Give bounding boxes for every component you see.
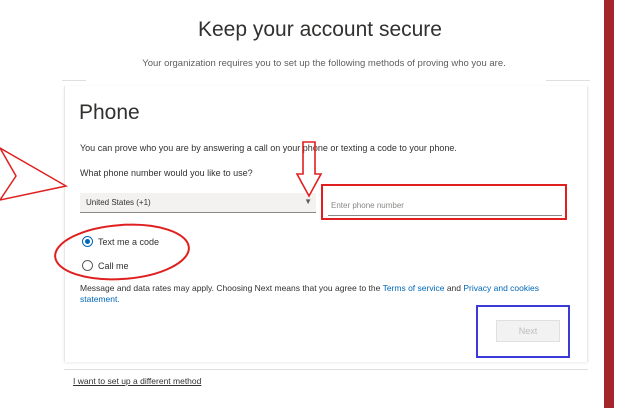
divider-right <box>546 80 590 81</box>
country-select[interactable]: United States (+1) ▼ <box>80 193 316 213</box>
different-method-link[interactable]: I want to set up a different method <box>73 376 201 386</box>
divider-left <box>62 80 86 81</box>
radio-unselected-icon[interactable] <box>82 260 93 271</box>
terms-of-service-link[interactable]: Terms of service <box>383 283 445 293</box>
rates-and-text: and <box>446 283 462 293</box>
radio-selected-icon[interactable] <box>82 236 93 247</box>
page-subtitle: Your organization requires you to set up… <box>142 58 506 69</box>
phone-description: You can prove who you are by answering a… <box>80 143 457 153</box>
radio-text-me-label: Text me a code <box>98 236 160 247</box>
radio-call-me-label: Call me <box>98 260 129 271</box>
radio-call-me[interactable]: Call me <box>82 260 129 271</box>
radio-text-me[interactable]: Text me a code <box>82 236 159 247</box>
page: Keep your account secure Your organizati… <box>0 0 604 408</box>
phone-question: What phone number would you like to use? <box>80 168 253 178</box>
rates-disclaimer: Message and data rates may apply. Choosi… <box>80 283 560 305</box>
bottom-divider <box>64 369 588 370</box>
page-title: Keep your account secure <box>198 18 442 41</box>
phone-number-input[interactable] <box>328 196 562 216</box>
phone-heading: Phone <box>79 101 140 124</box>
chevron-down-icon: ▼ <box>304 197 312 206</box>
rates-text: Message and data rates may apply. Choosi… <box>80 283 381 293</box>
country-select-value: United States (+1) <box>86 198 151 207</box>
next-button[interactable]: Next <box>496 320 560 342</box>
